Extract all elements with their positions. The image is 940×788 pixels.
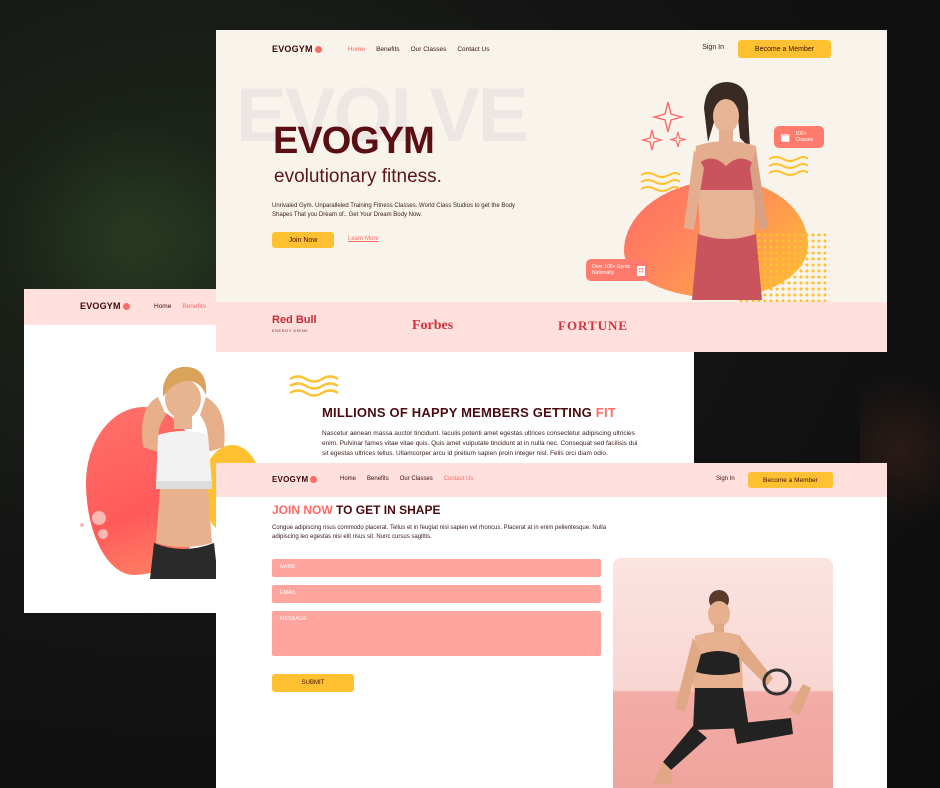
benefits-nav: Home Benefits [154, 303, 217, 310]
decorative-bubble [92, 511, 106, 525]
hero-nav: Home Benefits Our Classes Contact Us [348, 46, 501, 53]
benefits-nav-benefits[interactable]: Benefits [182, 303, 206, 310]
contact-nav-our-classes[interactable]: Our Classes [400, 476, 433, 482]
contact-nav-contact[interactable]: Contact Us [444, 476, 474, 482]
benefits-heading: MILLIONS OF HAPPY MEMBERS GETTING FIT [322, 405, 616, 420]
hero-nav-our-classes[interactable]: Our Classes [411, 46, 447, 53]
sponsors-strip: Red Bull ENERGY DRINK Forbes FORTUNE [216, 302, 887, 352]
contact-model-photo [613, 558, 833, 788]
forbes-logo: Forbes [412, 318, 454, 333]
contact-logo[interactable]: EVOGYM [272, 475, 318, 484]
decorative-bubble [98, 529, 108, 539]
building-icon [637, 265, 645, 276]
name-input-placeholder: NAME [280, 564, 296, 570]
hero-nav-contact[interactable]: Contact Us [457, 46, 489, 53]
contact-become-member-button[interactable]: Become a Member [748, 472, 833, 488]
email-input[interactable]: EMAIL [272, 585, 601, 603]
contact-heading: JOIN NOW TO GET IN SHAPE [272, 503, 441, 517]
gyms-badge: Over 100+ Gyms Nationally [586, 259, 648, 281]
submit-button[interactable]: SUBMIT [272, 674, 354, 692]
benefits-nav-home[interactable]: Home [154, 303, 171, 310]
hero-description: Unrivaled Gym. Unparalleled Training Fit… [272, 203, 515, 218]
hero-title: EVOGYM [273, 120, 435, 162]
contact-lead-text: Congue adipiscing risus commodo placerat… [272, 525, 607, 540]
name-input[interactable]: NAME [272, 559, 601, 577]
redbull-logo: Red Bull ENERGY DRINK [272, 314, 317, 333]
contact-nav-benefits[interactable]: Benefits [367, 476, 389, 482]
hero-navbar: EVOGYM Home Benefits Our Classes Contact… [272, 40, 831, 58]
contact-sign-in-link[interactable]: Sign In [716, 476, 735, 482]
contact-nav-home[interactable]: Home [340, 476, 356, 482]
hero-nav-home[interactable]: Home [348, 46, 365, 53]
hero-subtitle: evolutionary fitness. [274, 166, 442, 187]
email-input-placeholder: EMAIL [280, 590, 297, 596]
hero-panel: EVOLVE EVOGYM Home Benefits Our Classes … [216, 30, 887, 352]
message-textarea-placeholder: MESSAGE [280, 616, 307, 622]
hero-logo[interactable]: EVOGYM [272, 44, 322, 54]
waves-icon [289, 375, 339, 397]
calendar-icon [780, 133, 790, 142]
classes-badge-text: 100+ Classes [795, 131, 814, 143]
contact-nav: Home Benefits Our Classes Contact Us [340, 476, 484, 482]
benefits-body-text: Nascetur aenean massa auctor tincidunt. … [322, 430, 638, 457]
hero-model-photo [684, 82, 768, 300]
benefits-logo[interactable]: EVOGYM [80, 301, 130, 311]
message-textarea[interactable]: MESSAGE [272, 611, 601, 656]
gyms-badge-text: Over 100+ Gyms Nationally [592, 264, 630, 276]
hero-sign-in-link[interactable]: Sign In [702, 44, 724, 51]
fortune-logo: FORTUNE [558, 318, 629, 333]
join-now-button[interactable]: Join Now [272, 232, 334, 248]
contact-navbar: EVOGYM Home Benefits Our Classes Contact… [216, 463, 887, 497]
classes-badge: 100+ Classes [774, 126, 824, 148]
contact-panel: EVOGYM Home Benefits Our Classes Contact… [216, 463, 887, 788]
hero-become-member-button[interactable]: Become a Member [738, 40, 831, 58]
learn-more-link[interactable]: Learn More [348, 236, 379, 242]
decorative-bubble [80, 523, 84, 527]
hero-nav-benefits[interactable]: Benefits [376, 46, 400, 53]
yoga-model-illustration [653, 590, 811, 784]
